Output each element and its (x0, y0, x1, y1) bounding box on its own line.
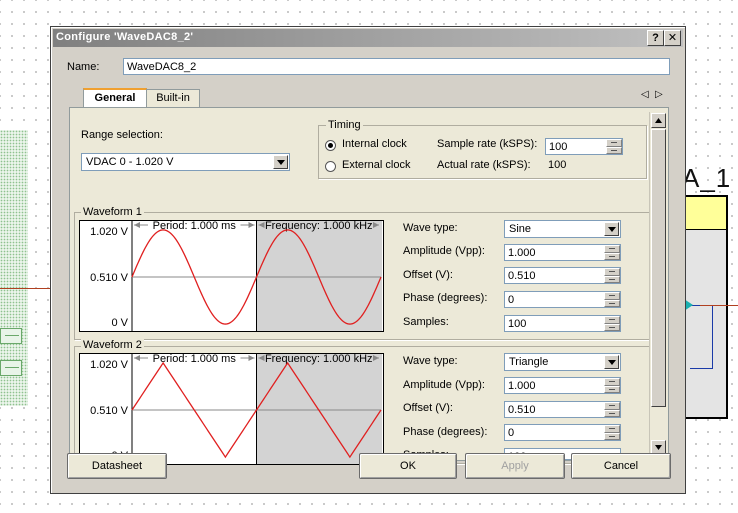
waveform2-amplitude-spinner[interactable] (604, 378, 620, 393)
waveform1-samples-input[interactable]: 100 (504, 315, 621, 332)
schematic-terminal-2 (0, 360, 22, 376)
waveform1-y-tick-label: 0 V (111, 317, 128, 329)
waveform1-plot: 1.020 V 0.510 V0 V Period: 1.000 ms Frequen… (79, 220, 384, 332)
waveform2-amplitude-input[interactable]: 1.000 (504, 377, 621, 394)
name-input[interactable]: WaveDAC8_2 (123, 58, 670, 75)
ok-button[interactable]: OK (359, 453, 457, 479)
tab-general[interactable]: General (83, 88, 147, 108)
waveform1-wave-type-value: Sine (509, 223, 532, 235)
sample-rate-label: Sample rate (kSPS): (437, 138, 538, 150)
waveform1-phase-label: Phase (degrees): (403, 292, 488, 304)
waveform2-phase-label: Phase (degrees): (403, 426, 488, 438)
waveform1-offset-value: 0.510 (508, 270, 536, 282)
tab-built-in[interactable]: Built-in (146, 89, 200, 107)
waveform1-frequency-label: Frequency: 1.000 kHz (265, 221, 373, 232)
range-selection-value: VDAC 0 - 1.020 V (86, 156, 174, 168)
waveform1-samples-spinner[interactable] (604, 316, 620, 331)
schematic-terminal-1 (0, 328, 22, 344)
waveform2-arrowhead-icon (248, 355, 255, 361)
waveform2-chart: 1.020 V0.510 V0 VPeriod: 1.000 msFrequen… (90, 353, 382, 464)
waveform1-title: Waveform 1 (81, 206, 144, 218)
schematic-component-label: A_1 (682, 163, 732, 193)
waveform2-wave-type-value: Triangle (509, 356, 549, 368)
waveform1-phase-value: 0 (508, 294, 515, 306)
triangle-up-icon (655, 118, 662, 123)
waveform1-samples-label: Samples: (403, 316, 449, 328)
waveform2-amplitude-label: Amplitude (Vpp): (403, 379, 485, 391)
waveform2-wave-type-label: Wave type: (403, 355, 458, 367)
waveform2-phase-value: 0 (508, 427, 515, 439)
waveform2-offset-label: Offset (V): (403, 402, 453, 414)
waveform1-amplitude-value: 1.000 (508, 247, 536, 259)
configure-dialog: Configure 'WaveDAC8_2' ? ✕ Name: WaveDAC… (50, 26, 686, 494)
waveform1-chart: 1.020 V0.510 V0 VPeriod: 1.000 ms Frequen… (90, 220, 382, 331)
general-tab-panel: Range selection: VDAC 0 - 1.020 V Timing… (69, 107, 669, 465)
waveform1-phase-input[interactable]: 0 (504, 291, 621, 308)
waveform2-arrowhead-icon (134, 355, 140, 361)
waveform2-y-tick-label: 0.510 V (90, 405, 129, 417)
datasheet-button[interactable]: Datasheet (67, 453, 167, 479)
sample-rate-input[interactable]: 100 (545, 138, 623, 155)
help-button[interactable]: ? (647, 30, 664, 46)
cancel-button[interactable]: Cancel (571, 453, 671, 479)
range-selection-label: Range selection: (81, 129, 163, 141)
waveform1-y-tick-label: 1.020 V (90, 226, 129, 238)
waveform2-frequency-label: Frequency: 1.000 kHz (265, 354, 373, 365)
waveform1-offset-input[interactable]: 0.510 (504, 267, 621, 284)
waveform1-amplitude-input[interactable]: 1.000 (504, 244, 621, 261)
close-button[interactable]: ✕ (664, 30, 681, 46)
chevron-down-icon[interactable] (604, 222, 619, 236)
range-selection-dropdown[interactable]: VDAC 0 - 1.020 V (81, 153, 290, 171)
sample-rate-value: 100 (549, 141, 568, 153)
sample-rate-spinner[interactable] (606, 139, 622, 154)
waveform2-wave-type-dropdown[interactable]: Triangle (504, 353, 621, 371)
schematic-wire (0, 288, 50, 289)
tab-scroll-right-icon[interactable]: ▷ (655, 89, 663, 100)
waveform2-offset-spinner[interactable] (604, 402, 620, 417)
waveform1-wave-type-label: Wave type: (403, 222, 458, 234)
schematic-component-header (682, 195, 728, 230)
waveform2-title: Waveform 2 (81, 339, 144, 351)
external-clock-radio[interactable] (325, 161, 336, 172)
chevron-down-icon[interactable] (604, 355, 619, 369)
actual-rate-value: 100 (548, 159, 567, 171)
waveform1-offset-label: Offset (V): (403, 269, 453, 281)
timing-title: Timing (326, 119, 363, 131)
waveform2-plot: 1.020 V0.510 V0 VPeriod: 1.000 msFrequen… (79, 353, 384, 465)
tab-scroll-left-icon[interactable]: ◁ (641, 89, 649, 100)
title-bar[interactable]: Configure 'WaveDAC8_2' ? ✕ (53, 29, 683, 47)
waveform2-y-tick-label: 1.020 V (90, 359, 129, 371)
waveform1-wave-type-dropdown[interactable]: Sine (504, 220, 621, 238)
waveform1-offset-spinner[interactable] (604, 268, 620, 283)
actual-rate-label: Actual rate (kSPS): (437, 159, 531, 171)
apply-button[interactable]: Apply (465, 453, 565, 479)
schematic-wire-right (700, 305, 738, 306)
internal-clock-radio[interactable] (325, 140, 336, 151)
waveform1-arrowhead-icon (248, 222, 255, 228)
scroll-up-button[interactable] (651, 113, 666, 128)
waveform1-phase-spinner[interactable] (604, 292, 620, 307)
waveform2-amplitude-value: 1.000 (508, 380, 536, 392)
external-clock-label[interactable]: External clock (342, 159, 410, 171)
waveform2-period-label: Period: 1.000 ms (153, 354, 237, 365)
waveform2-phase-input[interactable]: 0 (504, 424, 621, 441)
name-label: Name: (67, 61, 100, 73)
waveform2-offset-value: 0.510 (508, 404, 536, 416)
waveform2-offset-input[interactable]: 0.510 (504, 401, 621, 418)
waveform2-second-period-shade (256, 354, 382, 464)
waveform1-samples-value: 100 (508, 318, 527, 330)
dialog-title: Configure 'WaveDAC8_2' (56, 31, 194, 43)
chevron-down-icon[interactable] (273, 155, 288, 169)
waveform1-amplitude-spinner[interactable] (604, 245, 620, 260)
scroll-thumb[interactable] (651, 129, 666, 407)
internal-clock-label[interactable]: Internal clock (342, 138, 407, 150)
waveform2-phase-spinner[interactable] (604, 425, 620, 440)
waveform1-y-tick-label: 0.510 V (90, 272, 129, 284)
waveform1-amplitude-label: Amplitude (Vpp): (403, 245, 485, 257)
waveform1-arrowhead-icon (134, 222, 140, 228)
panel-scrollbar[interactable] (649, 112, 667, 456)
schematic-wire-blue (690, 305, 713, 369)
